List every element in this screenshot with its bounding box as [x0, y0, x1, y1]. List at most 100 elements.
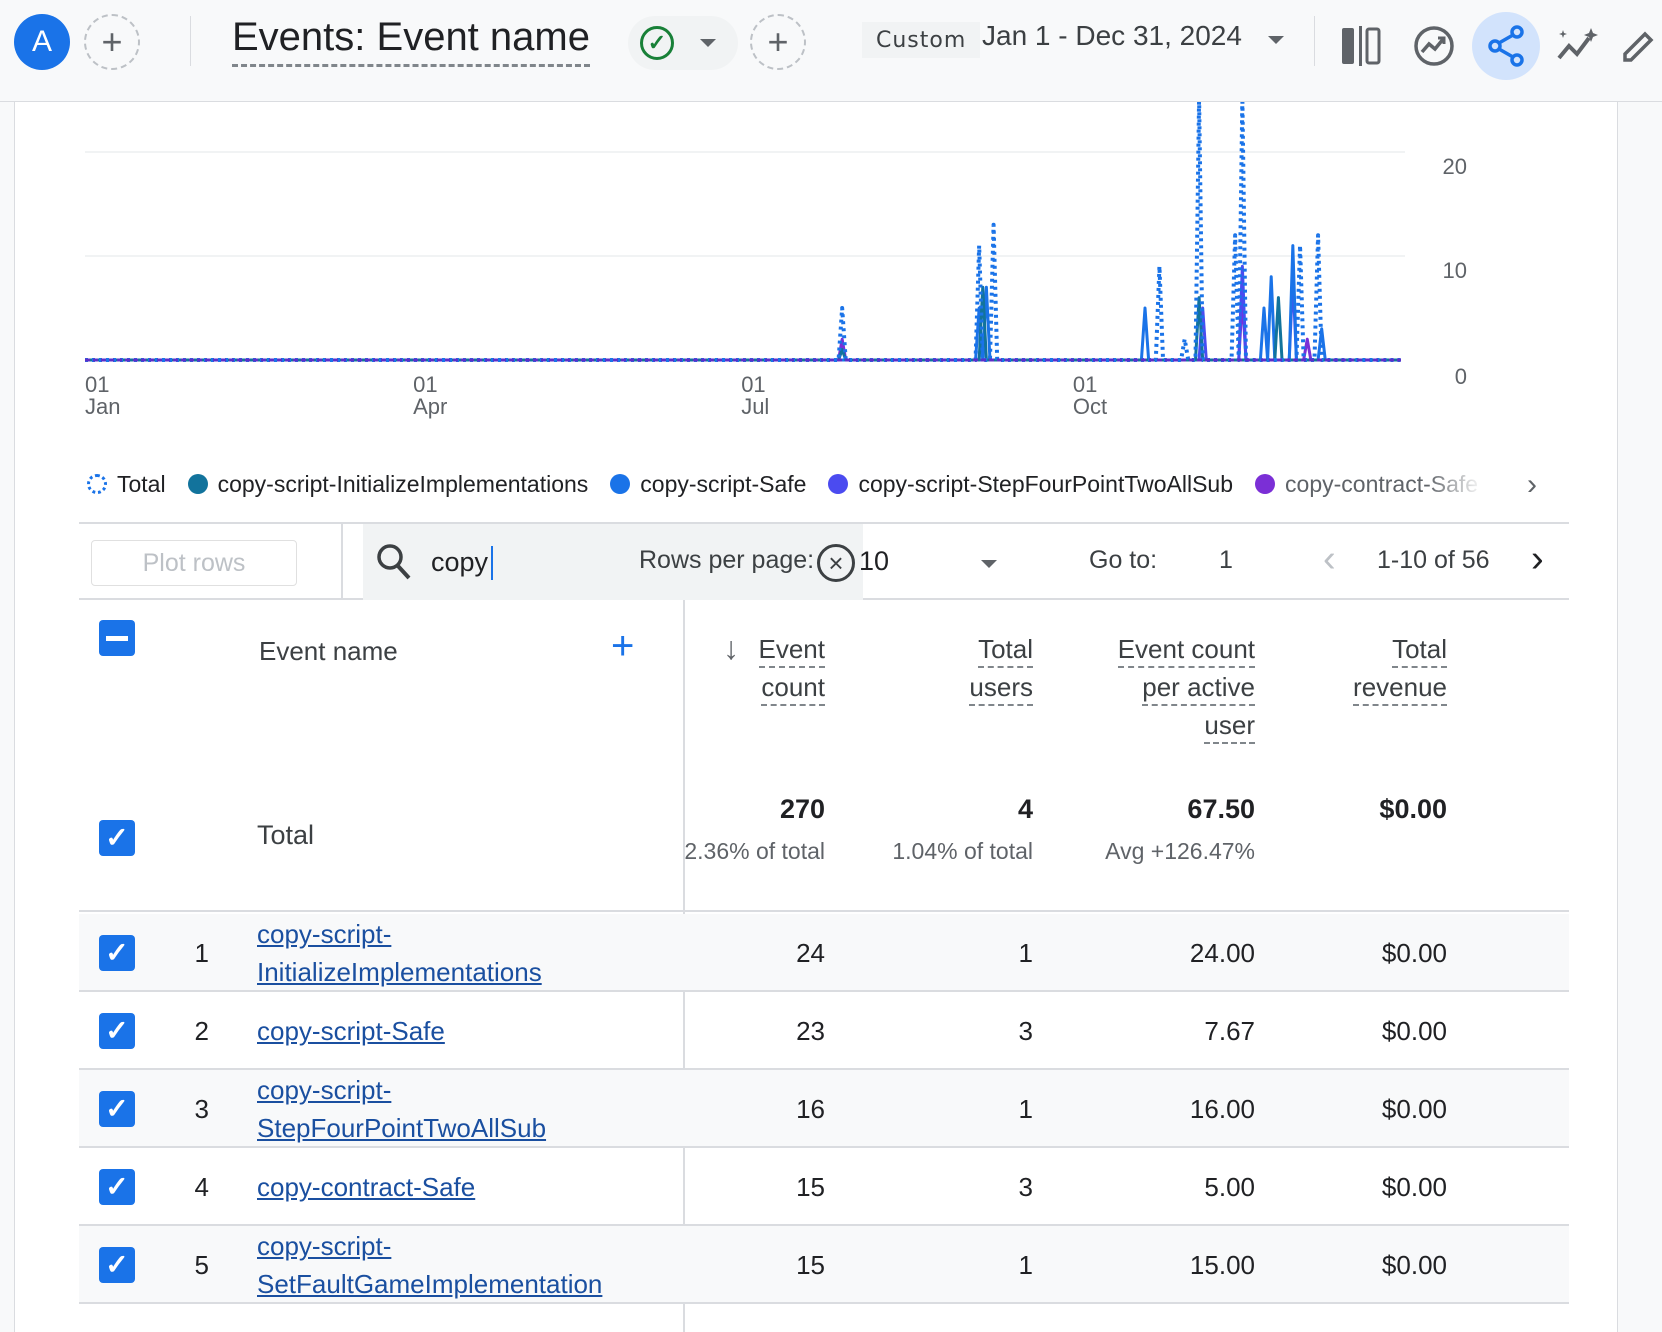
page-title[interactable]: Events: Event name: [232, 14, 590, 67]
check-circle-icon: ✓: [640, 26, 674, 60]
y-tick-label: 10: [1443, 258, 1467, 283]
row-rank: 5: [194, 1250, 209, 1280]
metric-cell: 1: [1018, 938, 1033, 968]
legend-item[interactable]: copy-script-InitializeImplementations: [187, 471, 588, 498]
total-checkbox[interactable]: ✓: [99, 820, 135, 856]
legend-item[interactable]: copy-script-StepFourPointTwoAllSub: [828, 471, 1233, 498]
metric-cell: 16: [796, 1094, 825, 1124]
chart-svg: 0102001Jan01Apr01Jul01Oct: [85, 102, 1467, 419]
metric-cell: 1: [1018, 1094, 1033, 1124]
edit-icon: [1623, 31, 1654, 62]
goto-label: Go to:: [1089, 546, 1158, 574]
share-button[interactable]: [1472, 12, 1540, 80]
y-tick-label: 0: [1455, 364, 1467, 389]
rows-per-page-select[interactable]: 10: [859, 546, 889, 577]
legend-swatch-icon: [828, 474, 849, 494]
clear-search-icon[interactable]: ×: [817, 544, 855, 582]
goto-page-input[interactable]: [1219, 546, 1259, 575]
caret-down-icon: [700, 39, 716, 47]
check-icon: ✓: [105, 1015, 129, 1046]
report-status-dropdown[interactable]: ✓: [628, 16, 738, 70]
add-dimension-plus-icon[interactable]: +: [611, 624, 634, 669]
date-preset-chip[interactable]: Custom: [862, 22, 981, 58]
metric-cell: 3: [1018, 1016, 1033, 1046]
report-card: 0 10 20 01 Jan 01 Apr 01 Jul 01 Oct Total copy-scri…: [14, 102, 1618, 1332]
row-checkbox[interactable]: ✓: [99, 1013, 135, 1049]
rows-per-page-label: Rows per page:: [639, 546, 815, 574]
legend-items: Total copy-script-InitializeImplementatio…: [87, 471, 1500, 498]
sort-down-arrow-icon[interactable]: ↓: [723, 630, 739, 667]
divider: [190, 16, 191, 66]
metric-header-line: Event: [758, 632, 825, 668]
event-name-link[interactable]: copy-script-Safe: [257, 1012, 637, 1050]
row-rank: 2: [194, 1016, 209, 1046]
row-checkbox[interactable]: ✓: [99, 1091, 135, 1127]
search-input[interactable]: [431, 542, 581, 582]
x-tick-month: Jul: [741, 394, 769, 419]
insights-button[interactable]: [1400, 12, 1468, 80]
plot-rows-button[interactable]: Plot rows: [91, 540, 297, 586]
date-range[interactable]: Jan 1 - Dec 31, 2024: [982, 20, 1242, 52]
metric-cell: 3: [1018, 1172, 1033, 1202]
event-name-link[interactable]: copy-script- InitializeImplementations: [257, 915, 637, 991]
line-chart: 0 10 20 01 Jan 01 Apr 01 Jul 01 Oct: [15, 102, 1619, 522]
compare-icon: [1342, 26, 1381, 66]
event-name-line: SetFaultGameImplementation: [257, 1269, 603, 1299]
legend-item[interactable]: copy-script-Safe: [610, 471, 806, 498]
metric-header[interactable]: Event count per active user: [1117, 630, 1255, 744]
check-icon: ✓: [105, 822, 129, 853]
event-name-line: copy-script-: [257, 1075, 392, 1105]
date-caret-icon[interactable]: [1268, 36, 1284, 44]
x-tick-month: Jan: [85, 394, 120, 419]
legend-item[interactable]: Total: [87, 471, 166, 498]
metric-cell: $0.00: [1381, 1172, 1447, 1202]
compare-button[interactable]: [1328, 12, 1396, 80]
next-page-chevron-icon[interactable]: ›: [1531, 538, 1544, 581]
chart-legend: Total copy-script-InitializeImplementatio…: [87, 464, 1587, 504]
avatar-letter: A: [31, 25, 52, 58]
row-checkbox[interactable]: ✓: [99, 1169, 135, 1205]
metric-cell: 16.00: [1189, 1094, 1255, 1124]
plus-icon: +: [101, 21, 123, 62]
total-row: ✓ Total 270 2.36% of total 4 1.04% of total…: [79, 780, 1569, 912]
edit-button[interactable]: [1616, 12, 1662, 80]
share-icon: [1488, 25, 1524, 67]
legend-label: copy-script-StepFourPointTwoAllSub: [858, 470, 1234, 497]
table-row[interactable]: ✓ 3 copy-script- StepFourPointTwoAllSub 16 1 1…: [79, 1070, 1569, 1148]
comparison-avatar[interactable]: A: [14, 14, 70, 70]
anomaly-button[interactable]: [1544, 12, 1612, 80]
add-comparison-button[interactable]: +: [84, 14, 140, 70]
event-name-link[interactable]: copy-script- SetFaultGameImplementation: [257, 1227, 637, 1303]
metric-cell: 15: [796, 1250, 825, 1280]
total-label: Total: [257, 820, 315, 850]
row-checkbox[interactable]: ✓: [99, 1247, 135, 1283]
event-name-link[interactable]: copy-contract-Safe: [257, 1168, 637, 1206]
metric-cell: 15.00: [1189, 1250, 1255, 1280]
metric-cell: $0.00: [1381, 938, 1447, 968]
metric-cell: 24.00: [1189, 938, 1255, 968]
table-row[interactable]: ✓ 4 copy-contract-Safe 15 3 5.00 $0.00: [79, 1148, 1569, 1226]
metric-cell: 1: [1018, 1250, 1033, 1280]
table-row[interactable]: ✓ 5 copy-script- SetFaultGameImplementation…: [79, 1226, 1569, 1304]
event-name-link[interactable]: copy-script- StepFourPointTwoAllSub: [257, 1071, 637, 1147]
row-checkbox[interactable]: ✓: [99, 935, 135, 971]
search-icon: [377, 544, 411, 580]
dimension-header[interactable]: Event name: [259, 636, 398, 667]
total-value: $0.00: [1379, 794, 1447, 824]
select-all-checkbox[interactable]: [99, 620, 135, 656]
metric-cell: $0.00: [1381, 1250, 1447, 1280]
metric-header-line: revenue: [1353, 670, 1447, 706]
add-filter-button[interactable]: +: [750, 14, 806, 70]
row-rank: 1: [194, 938, 209, 968]
metric-header[interactable]: Event count: [758, 630, 825, 706]
event-name-line: copy-script-Safe: [257, 1016, 445, 1046]
x-tick-month: Apr: [413, 394, 447, 419]
metric-header[interactable]: Total users: [969, 630, 1033, 706]
table-row[interactable]: ✓ 2 copy-script-Safe 23 3 7.67 $0.00: [79, 992, 1569, 1070]
row-rank: 3: [194, 1094, 209, 1124]
rows-per-page-caret-icon[interactable]: [981, 560, 997, 568]
metric-header[interactable]: Total revenue: [1353, 630, 1447, 706]
legend-next-chevron-icon[interactable]: ›: [1527, 468, 1537, 502]
table-row[interactable]: ✓ 1 copy-script- InitializeImplementations 2…: [79, 914, 1569, 992]
previous-page-chevron-icon[interactable]: ‹: [1323, 538, 1336, 581]
